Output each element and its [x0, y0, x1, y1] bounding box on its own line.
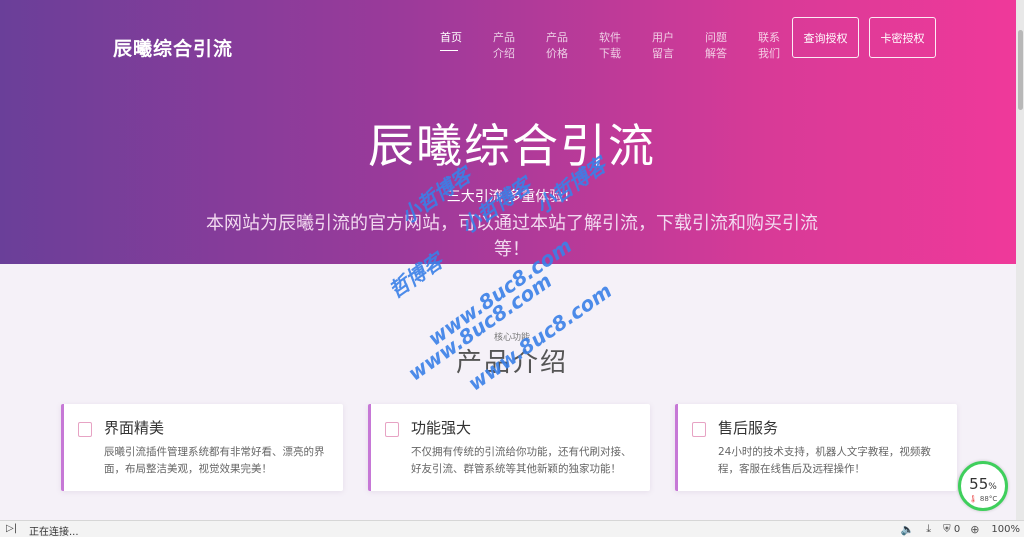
download-icon[interactable]: ⤓ — [926, 522, 931, 536]
zoom-level[interactable]: 100% — [991, 524, 1020, 535]
feature-title: 界面精美 — [104, 419, 165, 437]
status-text: 正在连接... — [29, 527, 79, 537]
temperature-readout: 🌡 88°C — [968, 495, 998, 503]
browser-statusbar: ▷| 正在连接... 🔈 ⤓ ⛨ 0 ⊕ 100% — [0, 520, 1024, 537]
feature-text: 辰曦引流插件管理系统都有非常好看、漂亮的界面，布局整洁美观，视觉效果完美！ — [104, 446, 325, 475]
nav-download[interactable]: 软件下载 — [589, 28, 642, 62]
performance-widget[interactable]: 55% 🌡 88°C — [958, 461, 1008, 511]
statusbar-tools: 🔈 ⤓ ⛨ 0 ⊕ 100% — [901, 522, 1024, 536]
brand-logo[interactable]: 辰曦综合引流 — [113, 34, 233, 61]
thermometer-icon: 🌡 — [968, 495, 978, 503]
nav-products[interactable]: 产品介绍 — [483, 28, 536, 62]
feature-card-ui: 界面精美 辰曦引流插件管理系统都有非常好看、漂亮的界面，布局整洁美观，视觉效果完… — [61, 404, 343, 491]
nav-pricing[interactable]: 产品价格 — [536, 28, 589, 62]
speaker-icon[interactable]: 🔈 — [901, 523, 915, 536]
feature-icon — [385, 422, 399, 437]
nav-faq[interactable]: 问题解答 — [695, 28, 748, 62]
feature-title: 功能强大 — [411, 419, 472, 437]
shield-icon[interactable]: ⛨ 0 — [943, 524, 960, 535]
card-license-button[interactable]: 卡密授权 — [869, 17, 936, 58]
scrollbar-thumb[interactable] — [1018, 30, 1023, 110]
feature-card-function: 功能强大 不仅拥有传统的引流给你功能，还有代刷对接、好友引流、群管系统等其他新颖… — [368, 404, 650, 491]
feature-icon — [78, 422, 92, 437]
feature-title: 售后服务 — [718, 419, 779, 437]
query-license-button[interactable]: 查询授权 — [792, 17, 859, 58]
badge-count: 0 — [953, 523, 961, 535]
feature-icon — [692, 422, 706, 437]
nav-home[interactable]: 首页 — [430, 28, 483, 62]
nav-messages[interactable]: 用户留言 — [642, 28, 695, 62]
zoom-icon[interactable]: ⊕ — [970, 523, 979, 536]
play-icon[interactable]: ▷| — [6, 523, 17, 534]
feature-card-service: 售后服务 24小时的技术支持，机器人文字教程，视频教程，客服在线售后及远程操作！ — [675, 404, 957, 491]
main-nav: 首页 产品介绍 产品价格 软件下载 用户留言 问题解答 联系我们 — [430, 28, 801, 62]
feature-text: 24小时的技术支持，机器人文字教程，视频教程，客服在线售后及远程操作！ — [718, 446, 931, 475]
hero-description: 本网站为辰曦引流的官方网站，可以通过本站了解引流，下载引流和购买引流等！ — [206, 213, 818, 260]
feature-text: 不仅拥有传统的引流给你功能，还有代刷对接、好友引流、群管系统等其他新颖的独家功能… — [411, 446, 632, 475]
hero-title: 辰曦综合引流 — [368, 119, 656, 173]
cpu-percent: 55% — [969, 475, 997, 493]
hero-banner: 辰曦综合引流 首页 产品介绍 产品价格 软件下载 用户留言 问题解答 联系我们 … — [0, 0, 1024, 264]
